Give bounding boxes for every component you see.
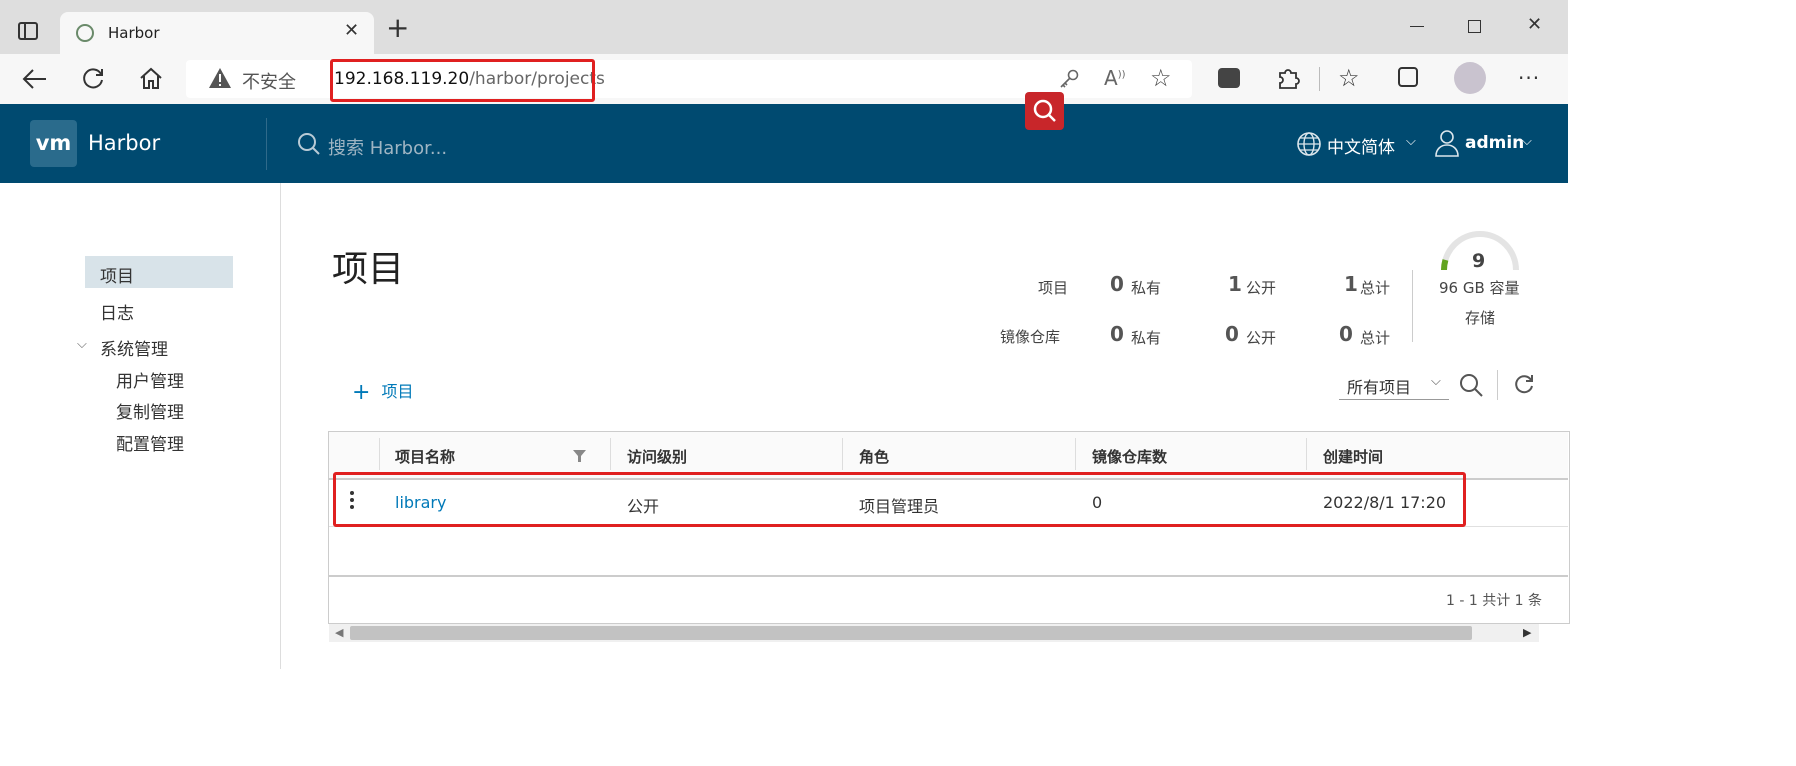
- storage-label: 存储: [1465, 309, 1496, 327]
- scroll-right-icon[interactable]: ▶: [1523, 626, 1531, 639]
- read-aloud-icon[interactable]: A)): [1104, 66, 1126, 90]
- column-header-access[interactable]: 访问级别: [627, 446, 687, 467]
- sidebar-item-logs[interactable]: 日志: [100, 299, 134, 324]
- scroll-left-icon[interactable]: ◀: [335, 626, 343, 639]
- chevron-down-icon[interactable]: ⌵: [77, 337, 87, 352]
- column-header-name[interactable]: 项目名称: [395, 446, 455, 467]
- user-icon[interactable]: [1434, 129, 1460, 157]
- stats-repos-label: 镜像仓库: [1000, 328, 1061, 346]
- stats-repos-total-label: 总计: [1360, 329, 1391, 347]
- project-search-icon[interactable]: [1459, 373, 1485, 399]
- harbor-favicon-icon: [76, 24, 94, 42]
- stats-divider: [1412, 270, 1413, 342]
- minimize-icon[interactable]: [1410, 26, 1424, 27]
- stats-repos-public-count: 0: [1225, 322, 1239, 346]
- column-header-role[interactable]: 角色: [859, 446, 889, 467]
- column-header-repo-count[interactable]: 镜像仓库数: [1092, 446, 1167, 467]
- header-col-sep: [610, 438, 611, 470]
- row-highlight-box: [333, 472, 1466, 527]
- stats-projects-private-count: 0: [1110, 272, 1124, 296]
- stats-projects-public-count: 1: [1228, 272, 1242, 296]
- user-menu[interactable]: admin: [1465, 133, 1524, 153]
- stats-projects-total-label: 总计: [1360, 279, 1391, 297]
- vmware-logo[interactable]: vm: [30, 120, 77, 167]
- language-selector[interactable]: 中文简体: [1327, 133, 1395, 158]
- page-title: 项目: [332, 249, 405, 290]
- favorites-icon[interactable]: ☆: [1338, 64, 1360, 92]
- new-project-label: 项目: [381, 382, 414, 401]
- global-search-input[interactable]: 搜索 Harbor...: [328, 134, 447, 160]
- header-col-sep: [1306, 438, 1307, 470]
- stats-repos-public-label: 公开: [1246, 329, 1277, 347]
- column-header-created[interactable]: 创建时间: [1323, 446, 1383, 467]
- stats-repos-total-count: 0: [1339, 322, 1353, 346]
- maximize-icon[interactable]: [1468, 20, 1481, 33]
- stats-repos-private-count: 0: [1110, 322, 1124, 346]
- profile-avatar[interactable]: [1454, 62, 1486, 94]
- sidebar-item-users[interactable]: 用户管理: [116, 367, 184, 392]
- url-highlight-box: [330, 59, 595, 102]
- project-filter-select[interactable]: 所有项目 ⌵: [1339, 372, 1449, 400]
- datagrid-footer-divider: [329, 575, 1568, 577]
- sidebar-item-projects-label[interactable]: 项目: [100, 262, 134, 287]
- project-filter-value: 所有项目: [1347, 378, 1412, 397]
- collections-icon[interactable]: [1398, 67, 1418, 87]
- storage-gauge-fill: [1441, 259, 1449, 271]
- filter-chevron-down-icon: ⌵: [1431, 374, 1441, 389]
- search-icon[interactable]: [297, 132, 321, 156]
- security-label[interactable]: 不安全: [242, 68, 296, 94]
- sidebar-item-configuration[interactable]: 配置管理: [116, 430, 184, 455]
- stats-projects-public-label: 公开: [1246, 279, 1277, 297]
- floating-search-icon[interactable]: [1025, 92, 1064, 130]
- browser-tab[interactable]: Harbor ✕: [60, 12, 374, 54]
- toolbar-divider: [1319, 67, 1320, 91]
- actions-divider: [1497, 370, 1498, 400]
- stats-projects-label: 项目: [1038, 279, 1069, 297]
- scrollbar-thumb[interactable]: [350, 626, 1472, 640]
- stats-projects-private-label: 私有: [1131, 279, 1162, 297]
- extensions-puzzle-icon[interactable]: [1276, 66, 1300, 90]
- storage-value: 9: [1472, 250, 1486, 272]
- user-chevron-down-icon[interactable]: ⌵: [1522, 134, 1532, 149]
- window-close-icon[interactable]: ✕: [1527, 16, 1542, 34]
- header-col-sep: [1075, 438, 1076, 470]
- brand-name[interactable]: Harbor: [88, 131, 160, 155]
- filter-icon[interactable]: [573, 450, 586, 462]
- plus-icon: +: [352, 380, 371, 405]
- refresh-icon[interactable]: [80, 66, 106, 92]
- globe-icon[interactable]: [1296, 131, 1322, 157]
- stats-repos-private-label: 私有: [1131, 329, 1162, 347]
- header-col-sep: [379, 438, 380, 470]
- storage-capacity: 96 GB 容量: [1439, 279, 1520, 297]
- sidebar-item-replication[interactable]: 复制管理: [116, 398, 184, 423]
- warning-icon[interactable]: [208, 67, 232, 89]
- back-icon[interactable]: [22, 67, 48, 91]
- extension-icon[interactable]: [1218, 68, 1240, 88]
- header-divider: [266, 118, 267, 170]
- sidebar-item-admin[interactable]: 系统管理: [100, 335, 168, 360]
- more-menu-icon[interactable]: ···: [1518, 66, 1540, 90]
- header-col-sep: [842, 438, 843, 470]
- stats-projects-total-count: 1: [1344, 272, 1358, 296]
- close-tab-icon[interactable]: ✕: [344, 22, 359, 40]
- pagination-info: 1 - 1 共计 1 条: [1446, 593, 1543, 609]
- new-tab-icon[interactable]: +: [386, 14, 409, 42]
- refresh-list-icon[interactable]: [1512, 373, 1536, 397]
- tab-title: Harbor: [108, 24, 160, 42]
- favorite-add-icon[interactable]: ☆: [1150, 64, 1172, 92]
- home-icon[interactable]: [138, 66, 164, 92]
- new-project-button[interactable]: + 项目: [352, 378, 414, 405]
- password-key-icon[interactable]: [1058, 68, 1080, 90]
- tab-actions-icon[interactable]: [18, 22, 38, 40]
- language-chevron-down-icon[interactable]: ⌵: [1406, 134, 1416, 149]
